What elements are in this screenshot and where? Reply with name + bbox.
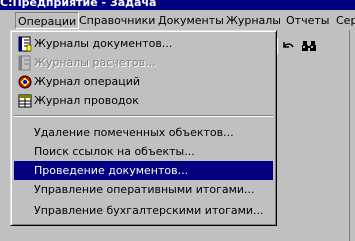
operations-dropdown-menu: Журналы документов... Журналы расчетов..… [10, 30, 277, 226]
toolbar-edge [349, 30, 355, 241]
menu-item-label: Журнал операций [34, 75, 140, 88]
menu-item-label: Управление оперативными итогами... [34, 183, 255, 196]
operations-journal-icon [17, 74, 33, 90]
menu-item-document-journals[interactable]: Журналы документов... [14, 34, 273, 53]
menu-item-calculation-journals[interactable]: Журналы расчетов... [14, 53, 273, 72]
undo-arrow-icon[interactable] [280, 38, 296, 54]
binoculars-icon[interactable] [301, 38, 317, 54]
menu-item-label: Журнал проводок [34, 94, 139, 107]
menu-operations[interactable]: Операции [15, 12, 80, 29]
menu-service[interactable]: Сер [336, 12, 355, 29]
window-title: С:Предприятие - Задача [0, 0, 157, 9]
menu-item-label: Проведение документов... [34, 164, 189, 177]
window-titlebar: С:Предприятие - Задача [0, 0, 355, 10]
menu-catalogs[interactable]: Справочники [79, 12, 155, 29]
entries-journal-icon [17, 93, 33, 109]
menu-item-label: Поиск ссылок на объекты... [34, 145, 195, 158]
menu-journals[interactable]: Журналы [226, 12, 281, 29]
menu-reports[interactable]: Отчеты [286, 12, 329, 29]
menu-item-find-references[interactable]: Поиск ссылок на объекты... [14, 142, 273, 161]
menu-item-accounting-totals[interactable]: Управление бухгалтерскими итогами... [14, 201, 273, 220]
menu-item-label: Удаление помеченных объектов... [34, 126, 234, 139]
menu-item-label: Журналы документов... [34, 37, 173, 50]
menu-item-post-documents[interactable]: Проведение документов... [14, 161, 273, 180]
menu-separator [14, 115, 273, 117]
menu-item-label: Управление бухгалтерскими итогами... [34, 204, 264, 217]
menu-bar: Операции Справочники Документы Журналы О… [0, 10, 355, 30]
menu-item-delete-marked[interactable]: Удаление помеченных объектов... [14, 123, 273, 142]
menu-item-operational-totals[interactable]: Управление оперативными итогами... [14, 180, 273, 199]
menu-documents[interactable]: Документы [158, 12, 224, 29]
menu-item-entries-journal[interactable]: Журнал проводок [14, 91, 273, 110]
menu-item-operations-journal[interactable]: Журнал операций [14, 72, 273, 91]
document-journal-icon [17, 36, 33, 52]
calculation-journal-icon [17, 55, 33, 71]
menu-item-label: Журналы расчетов... [34, 56, 156, 69]
